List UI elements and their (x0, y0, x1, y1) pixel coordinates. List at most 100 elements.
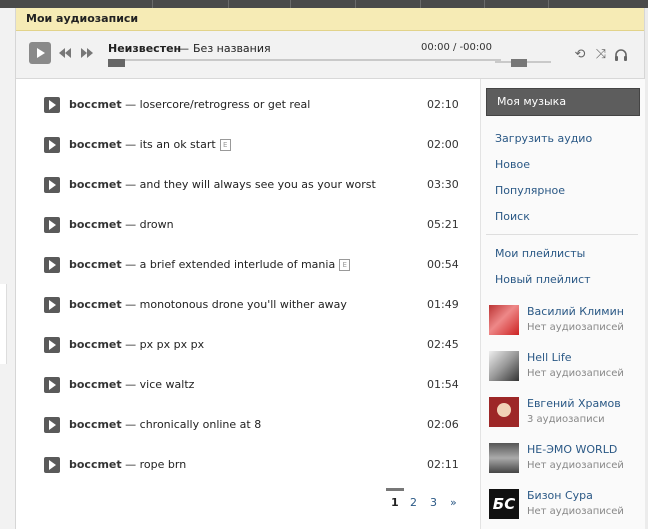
left-page-edge (0, 8, 15, 529)
track-row[interactable]: boccmet — monotonous drone you'll wither… (16, 279, 480, 319)
next-page-link[interactable]: » (450, 496, 457, 509)
track-title[interactable]: a brief extended interlude of mania (140, 258, 336, 271)
track-title[interactable]: rope brn (140, 458, 187, 471)
player-title-wrap: — Без названия (178, 42, 271, 55)
track-artist[interactable]: boccmet (69, 338, 122, 351)
headphones-icon[interactable] (614, 48, 628, 62)
progress-handle[interactable] (108, 59, 125, 67)
track-title[interactable]: and they will always see you as your wor… (140, 178, 376, 191)
track-row[interactable]: boccmet — drown 05:21 (16, 199, 480, 239)
new-link[interactable]: Новое (495, 158, 530, 171)
track-play-button[interactable] (44, 137, 60, 153)
avatar (489, 443, 519, 473)
friend-item[interactable]: БС Бизон Сура Нет аудиозаписей (489, 489, 639, 529)
player-artist: Неизвестен (108, 42, 182, 55)
track-title[interactable]: monotonous drone you'll wither away (140, 298, 347, 311)
track-play-button[interactable] (44, 337, 60, 353)
track-title[interactable]: its an ok start (140, 138, 216, 151)
progress-bar[interactable] (108, 59, 501, 61)
track-artist[interactable]: boccmet (69, 218, 122, 231)
track-play-button[interactable] (44, 257, 60, 273)
page-3-link[interactable]: 3 (430, 496, 437, 509)
divider (290, 0, 291, 8)
track-row[interactable]: boccmet — chronically online at 8 02:06 (16, 399, 480, 439)
track-row[interactable]: boccmet — losercore/retrogress or get re… (16, 79, 480, 119)
friend-name[interactable]: Евгений Храмов (527, 397, 621, 410)
track-play-button[interactable] (44, 417, 60, 433)
my-playlists-link[interactable]: Мои плейлисты (495, 247, 585, 260)
track-info: boccmet — its an ok start E (69, 138, 231, 151)
track-separator: — (125, 458, 137, 471)
track-title[interactable]: px px px px (140, 338, 204, 351)
track-row[interactable]: boccmet — and they will always see you a… (16, 159, 480, 199)
track-info: boccmet — losercore/retrogress or get re… (69, 98, 310, 111)
track-separator: — (125, 338, 137, 351)
track-artist[interactable]: boccmet (69, 298, 122, 311)
divider (228, 0, 229, 8)
track-play-button[interactable] (44, 297, 60, 313)
track-info: boccmet — monotonous drone you'll wither… (69, 298, 347, 311)
page-1-link[interactable]: 1 (391, 496, 399, 509)
track-play-button[interactable] (44, 217, 60, 233)
track-artist[interactable]: boccmet (69, 258, 122, 271)
track-duration: 02:00 (427, 138, 459, 151)
next-track-icon[interactable] (81, 48, 95, 58)
shuffle-icon[interactable]: ⤨ (594, 48, 608, 62)
track-row[interactable]: boccmet — vice waltz 01:54 (16, 359, 480, 399)
player-time: 00:00 / -00:00 (421, 42, 492, 53)
track-play-button[interactable] (44, 377, 60, 393)
track-row[interactable]: boccmet — a brief extended interlude of … (16, 239, 480, 279)
track-separator: — (125, 98, 137, 111)
track-info: boccmet — and they will always see you a… (69, 178, 376, 191)
track-row[interactable]: boccmet — its an ok start E 02:00 (16, 119, 480, 159)
track-play-button[interactable] (44, 97, 60, 113)
friend-name[interactable]: Hell Life (527, 351, 571, 364)
track-play-button[interactable] (44, 457, 60, 473)
track-artist[interactable]: boccmet (69, 98, 122, 111)
track-separator: — (125, 378, 137, 391)
avatar (489, 397, 519, 427)
track-title[interactable]: drown (140, 218, 174, 231)
divider (152, 0, 153, 8)
track-title[interactable]: losercore/retrogress or get real (140, 98, 311, 111)
friend-item[interactable]: Василий Климин Нет аудиозаписей (489, 305, 639, 345)
friend-item[interactable]: Евгений Храмов 3 аудиозаписи (489, 397, 639, 437)
browser-top-strip (0, 0, 648, 8)
previous-track-icon[interactable] (59, 48, 73, 58)
sidebar-divider (486, 234, 638, 235)
page-2-link[interactable]: 2 (410, 496, 417, 509)
search-link[interactable]: Поиск (495, 210, 530, 223)
track-title[interactable]: vice waltz (140, 378, 195, 391)
avatar (489, 351, 519, 381)
repeat-icon[interactable]: ⟲ (573, 48, 587, 62)
upload-audio-link[interactable]: Загрузить аудио (495, 132, 592, 145)
popular-link[interactable]: Популярное (495, 184, 565, 197)
my-music-item[interactable]: Моя музыка (486, 88, 640, 116)
friend-status: Нет аудиозаписей (527, 506, 624, 517)
play-button[interactable] (29, 42, 51, 64)
friend-item[interactable]: Hell Life Нет аудиозаписей (489, 351, 639, 391)
friend-name[interactable]: Бизон Сура (527, 489, 593, 502)
track-row[interactable]: boccmet — rope brn 02:11 (16, 439, 480, 479)
track-title[interactable]: chronically online at 8 (140, 418, 262, 431)
track-separator: — (125, 138, 137, 151)
friend-status: Нет аудиозаписей (527, 322, 624, 333)
track-play-button[interactable] (44, 177, 60, 193)
track-row[interactable]: boccmet — px px px px 02:45 (16, 319, 480, 359)
divider (548, 0, 549, 8)
volume-handle[interactable] (511, 59, 527, 67)
page-title: Мои аудиозаписи (26, 12, 139, 25)
track-artist[interactable]: boccmet (69, 138, 122, 151)
friend-name[interactable]: НЕ-ЭМО WORLD (527, 443, 617, 456)
track-artist[interactable]: boccmet (69, 418, 122, 431)
friend-name[interactable]: Василий Климин (527, 305, 624, 318)
track-duration: 02:10 (427, 98, 459, 111)
track-info: boccmet — chronically online at 8 (69, 418, 261, 431)
track-artist[interactable]: boccmet (69, 178, 122, 191)
new-playlist-link[interactable]: Новый плейлист (495, 273, 591, 286)
track-artist[interactable]: boccmet (69, 378, 122, 391)
track-info: boccmet — a brief extended interlude of … (69, 258, 351, 271)
audio-player: Неизвестен — Без названия 00:00 / -00:00 … (16, 31, 644, 79)
track-artist[interactable]: boccmet (69, 458, 122, 471)
friend-item[interactable]: НЕ-ЭМО WORLD Нет аудиозаписей (489, 443, 639, 483)
